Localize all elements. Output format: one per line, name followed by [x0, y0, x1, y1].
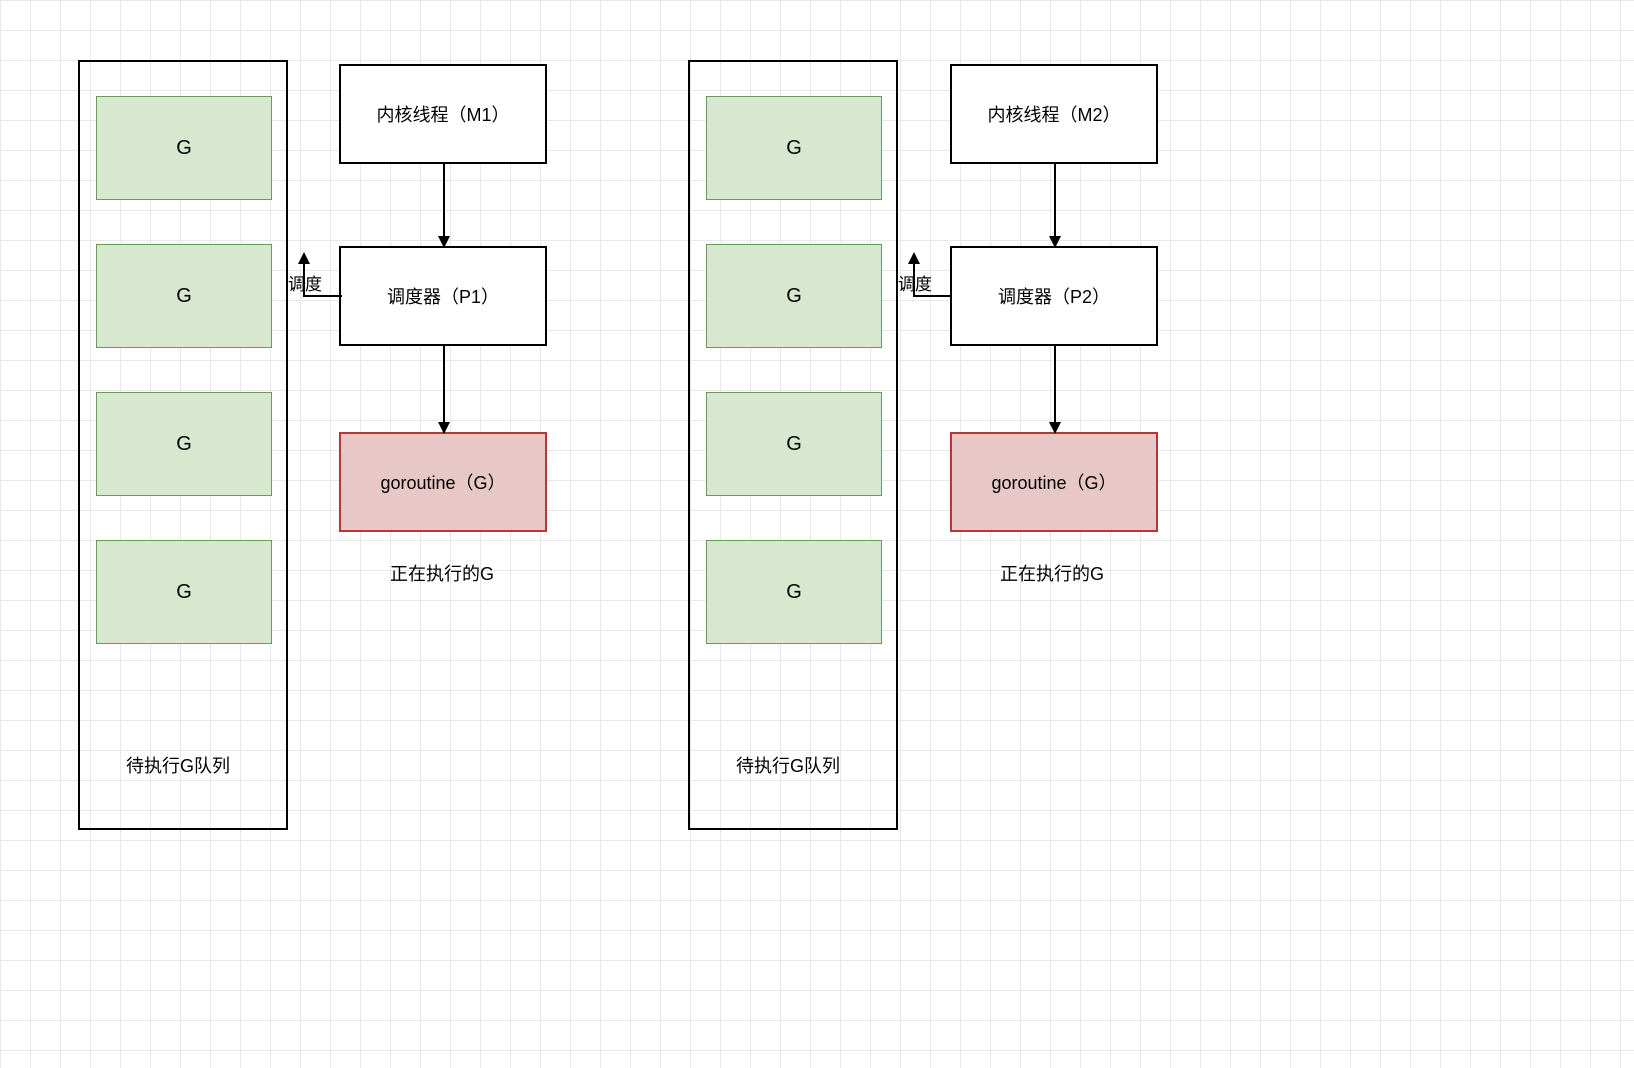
goroutine-label: goroutine（G）: [991, 469, 1116, 495]
g-label: G: [786, 433, 802, 456]
arrow-p1-g: [436, 346, 452, 434]
g-box: G: [96, 392, 272, 496]
g-box: G: [706, 96, 882, 200]
schedule-label-right: 调度: [898, 270, 932, 295]
p1-label: 调度器（P1）: [387, 283, 499, 309]
queue-label-left: 待执行G队列: [126, 752, 230, 778]
goroutine-box-right: goroutine（G）: [950, 432, 1158, 532]
p1-box: 调度器（P1）: [339, 246, 547, 346]
arrow-p2-g: [1047, 346, 1063, 434]
g-box: G: [706, 244, 882, 348]
p2-label: 调度器（P2）: [998, 283, 1110, 309]
m1-label: 内核线程（M1）: [376, 101, 509, 127]
running-caption-left: 正在执行的G: [390, 560, 494, 586]
g-label: G: [786, 137, 802, 160]
arrow-m1-p1: [436, 164, 452, 248]
running-caption-right: 正在执行的G: [1000, 560, 1104, 586]
g-box: G: [706, 392, 882, 496]
g-box: G: [96, 96, 272, 200]
g-label: G: [786, 285, 802, 308]
m2-label: 内核线程（M2）: [987, 101, 1120, 127]
g-label: G: [176, 285, 192, 308]
p2-box: 调度器（P2）: [950, 246, 1158, 346]
m2-box: 内核线程（M2）: [950, 64, 1158, 164]
goroutine-label: goroutine（G）: [380, 469, 505, 495]
arrow-m2-p2: [1047, 164, 1063, 248]
g-box: G: [706, 540, 882, 644]
g-label: G: [176, 433, 192, 456]
m1-box: 内核线程（M1）: [339, 64, 547, 164]
diagram-canvas: G G G G 待执行G队列 内核线程（M1） 调度器（P1） goroutin…: [0, 0, 1634, 1068]
goroutine-box-left: goroutine（G）: [339, 432, 547, 532]
g-label: G: [786, 581, 802, 604]
schedule-label-left: 调度: [288, 270, 322, 295]
g-label: G: [176, 137, 192, 160]
g-box: G: [96, 244, 272, 348]
queue-label-right: 待执行G队列: [736, 752, 840, 778]
g-box: G: [96, 540, 272, 644]
g-label: G: [176, 581, 192, 604]
